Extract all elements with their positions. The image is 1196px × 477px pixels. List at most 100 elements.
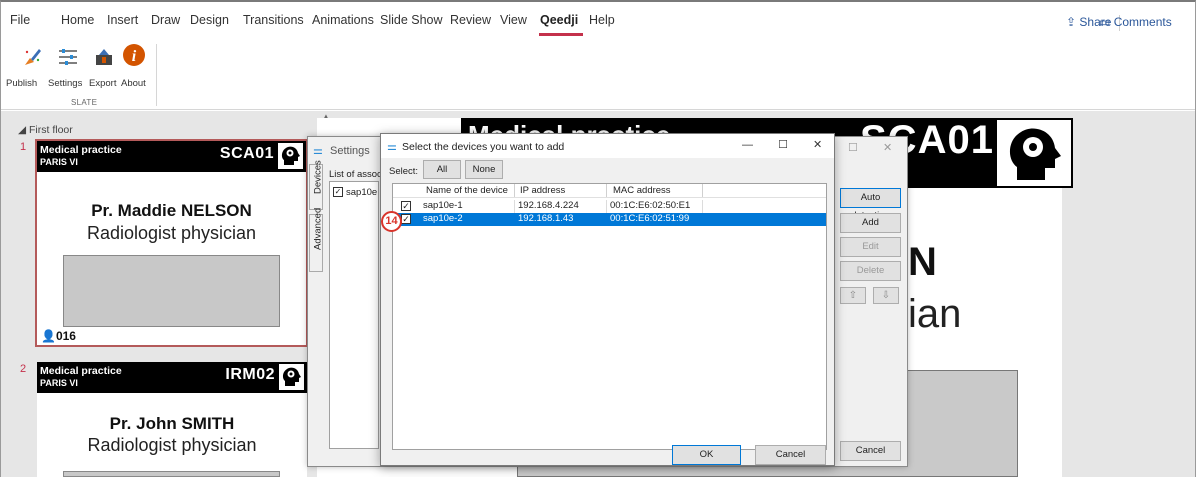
row-checkbox[interactable]: ✓	[401, 214, 411, 224]
tab-advanced[interactable]: Advanced	[309, 207, 324, 272]
room-label: 👤016	[41, 329, 76, 343]
auto-detection-button[interactable]: Auto detection	[840, 188, 901, 221]
ribbon-group-separator	[156, 44, 157, 106]
slide-title: Medical practice	[40, 144, 122, 156]
select-none-button[interactable]: None	[465, 160, 503, 179]
slide-code: IRM02	[225, 366, 275, 383]
close-icon[interactable]: ✕	[813, 139, 822, 151]
info-icon[interactable]: i	[122, 43, 145, 66]
settings-dialog-title: Settings	[330, 145, 370, 157]
minimize-icon[interactable]: —	[742, 139, 753, 151]
slide-thumbnail-1[interactable]: Medical practice PARIS VI SCA01 Pr. Madd…	[35, 139, 308, 347]
move-down-button[interactable]: ⇩	[873, 287, 899, 304]
menu-insert[interactable]: Insert	[107, 13, 138, 27]
column-separator[interactable]	[514, 184, 515, 197]
column-separator[interactable]	[606, 184, 607, 197]
menu-animations[interactable]: Animations	[312, 13, 374, 27]
brain-icon	[277, 142, 304, 170]
photo-placeholder	[63, 255, 280, 327]
tab-devices[interactable]: Devices	[309, 160, 324, 210]
maximize-icon[interactable]: ☐	[778, 139, 788, 151]
export-button-label[interactable]: Export	[89, 78, 116, 89]
main-slide-name: N	[908, 240, 937, 284]
device-checkbox[interactable]: ✓	[333, 187, 343, 197]
move-up-button[interactable]: ⇧	[840, 287, 866, 304]
device-name: sap10e-2	[423, 213, 463, 224]
room-number: 016	[55, 329, 76, 343]
table-row[interactable]: ✓ sap10e-1 192.168.4.224 00:1C:E6:02:50:…	[393, 200, 826, 213]
share-icon: ⇪	[1066, 15, 1077, 29]
close-icon[interactable]: ✕	[883, 142, 892, 154]
menu-slide-show[interactable]: Slide Show	[380, 13, 443, 27]
menu-review[interactable]: Review	[450, 13, 491, 27]
associated-devices-list[interactable]	[329, 181, 379, 449]
publish-button-label[interactable]: Publish	[6, 78, 37, 89]
slide-header-band: Medical practice PARIS VI SCA01	[37, 141, 306, 172]
sliders-icon[interactable]	[57, 46, 77, 66]
menu-draw[interactable]: Draw	[151, 13, 180, 27]
main-brain-icon	[995, 118, 1073, 188]
svg-text:i: i	[132, 48, 137, 65]
settings-cancel-button[interactable]: Cancel	[840, 441, 901, 461]
person-icon: 👤	[41, 329, 56, 343]
vertical-tabs: Devices Advanced	[309, 160, 324, 302]
column-header-ip[interactable]: IP address	[520, 185, 565, 196]
section-label: First floor	[29, 124, 73, 136]
menu-view[interactable]: View	[500, 13, 527, 27]
select-all-button[interactable]: All	[423, 160, 461, 179]
active-tab-indicator	[539, 33, 583, 36]
menu-design[interactable]: Design	[190, 13, 229, 27]
photo-placeholder	[63, 471, 280, 477]
slide-number: 1	[20, 141, 27, 153]
settings-window-controls: ☐ ✕	[848, 141, 892, 154]
column-header-mac[interactable]: MAC address	[613, 185, 671, 196]
delete-button[interactable]: Delete	[840, 261, 901, 281]
rocket-icon[interactable]	[22, 46, 42, 66]
device-name: sap10e-1	[423, 200, 463, 211]
menu-transitions[interactable]: Transitions	[243, 13, 304, 27]
slide-header-band: Medical practice PARIS VI IRM02	[37, 362, 307, 393]
menu-qeedji[interactable]: Qeedji	[540, 13, 578, 27]
ribbon: i Publish Settings Export About SLATE	[1, 42, 1195, 110]
cell-separator	[702, 200, 703, 213]
slide-code: SCA01	[219, 145, 274, 162]
settings-icon: ⚌	[387, 141, 397, 153]
device-mac: 00:1C:E6:02:50:E1	[610, 200, 691, 211]
maximize-icon[interactable]: ☐	[848, 142, 858, 154]
comments-icon: ▭	[1099, 15, 1111, 29]
ok-button[interactable]: OK	[672, 445, 741, 465]
comments-button[interactable]: ▭ Comments	[1099, 15, 1172, 29]
cancel-button[interactable]: Cancel	[755, 445, 826, 465]
edit-button[interactable]: Edit	[840, 237, 901, 257]
device-list-label: List of associ	[329, 169, 384, 180]
row-checkbox[interactable]: ✓	[401, 201, 411, 211]
physician-name: Pr. John SMITH	[109, 414, 235, 433]
settings-button-label[interactable]: Settings	[48, 78, 82, 89]
about-button-label[interactable]: About	[121, 78, 146, 89]
main-slide-role: ian	[908, 292, 962, 336]
menu-help[interactable]: Help	[589, 13, 615, 27]
menu-home[interactable]: Home	[61, 13, 94, 27]
tab-advanced-label: Advanced	[312, 207, 324, 250]
device-ip: 192.168.1.43	[518, 213, 574, 224]
select-label: Select:	[389, 166, 419, 177]
cell-separator	[514, 200, 515, 213]
column-separator[interactable]	[702, 184, 703, 197]
header-divider	[393, 197, 826, 198]
export-icon[interactable]	[93, 46, 113, 66]
collapse-icon[interactable]: ◢	[18, 124, 26, 136]
slide-thumbnail-2[interactable]: Medical practice PARIS VI IRM02 Pr. John…	[37, 362, 307, 477]
add-button[interactable]: Add	[840, 213, 901, 233]
step-badge: 14	[381, 211, 402, 232]
table-row-selected[interactable]: ✓ sap10e-2 192.168.1.43 00:1C:E6:02:51:9…	[393, 213, 826, 226]
settings-icon: ⚌	[313, 145, 323, 157]
section-header[interactable]: ◢ First floor	[18, 124, 73, 136]
tab-devices-label: Devices	[312, 160, 324, 194]
menu-file[interactable]: File	[10, 13, 30, 27]
physician-name: Pr. Maddie NELSON	[91, 201, 252, 220]
physician-role: Radiologist physician	[87, 435, 257, 455]
device-ip: 192.168.4.224	[518, 200, 579, 211]
column-header-name[interactable]: Name of the device	[426, 185, 508, 196]
menu-bar: File Home Insert Draw Design Transitions…	[1, 2, 1195, 42]
dialog-window-controls: — ☐ ✕	[742, 138, 822, 151]
